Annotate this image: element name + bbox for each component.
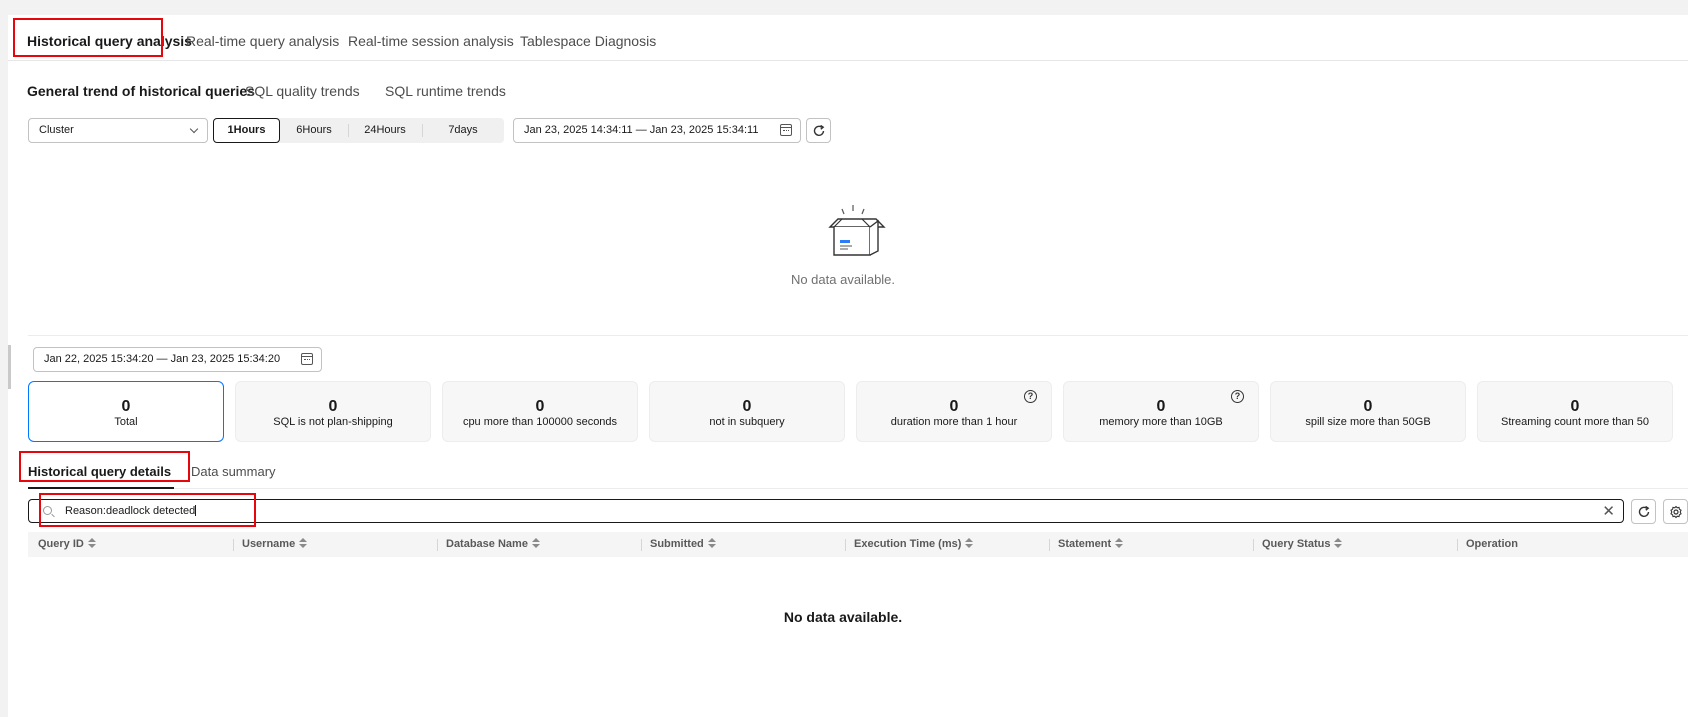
sort-icon[interactable] [965,538,974,548]
tab-bar-line [28,488,1688,489]
stat-card-memory[interactable]: 0 memory more than 10GB ? [1063,381,1259,442]
range-1hours-button[interactable]: 1Hours [213,118,280,143]
column-header-query-id[interactable]: Query ID [38,538,96,550]
tab-sql-quality-trends[interactable]: SQL quality trends [245,83,360,99]
stat-value: 0 [949,398,959,415]
section-divider [28,335,1688,336]
sort-icon[interactable] [299,538,308,548]
details-date-range-picker[interactable]: Jan 22, 2025 15:34:20 — Jan 23, 2025 15:… [33,347,322,372]
search-input[interactable]: Reason:deadlock detected ✕ [28,499,1624,523]
column-header-query-status[interactable]: Query Status [1262,538,1343,550]
tab-sql-runtime-trends[interactable]: SQL runtime trends [385,83,506,99]
sort-icon[interactable] [87,538,96,548]
tab-real-time-query-analysis[interactable]: Real-time query analysis [186,33,339,49]
empty-box-icon [828,205,886,256]
refresh-icon [1638,505,1649,517]
table-header: Query ID Username Database Name Submitte… [28,532,1688,557]
main-panel: Historical query analysis Real-time quer… [8,15,1688,717]
stat-value: 0 [742,398,752,415]
column-label: Database Name [446,538,528,550]
sort-icon[interactable] [531,538,540,548]
details-date-range-value: Jan 22, 2025 15:34:20 — Jan 23, 2025 15:… [44,353,281,365]
column-header-database-name[interactable]: Database Name [446,538,540,550]
help-icon[interactable]: ? [1231,390,1244,403]
gear-icon [1669,505,1682,518]
column-separator [845,539,846,551]
column-label: Submitted [650,538,704,550]
column-label: Execution Time (ms) [854,538,962,550]
column-label: Username [242,538,296,550]
refresh-button[interactable] [806,118,831,143]
chart-empty-text: No data available. [790,272,896,287]
stat-card-not-plan-shipping[interactable]: 0 SQL is not plan-shipping [235,381,431,442]
stat-label: Total [114,416,138,428]
tab-data-summary[interactable]: Data summary [191,464,276,479]
tab-historical-query-analysis[interactable]: Historical query analysis [27,33,192,49]
stat-card-spill-size[interactable]: 0 spill size more than 50GB [1270,381,1466,442]
trend-date-range-picker[interactable]: Jan 23, 2025 14:34:11 — Jan 23, 2025 15:… [513,118,801,143]
tab-real-time-session-analysis[interactable]: Real-time session analysis [348,33,514,49]
tab-historical-query-details[interactable]: Historical query details [28,464,171,479]
sort-icon[interactable] [707,538,716,548]
table-empty-text: No data available. [783,609,903,625]
calendar-icon [301,353,313,365]
help-icon[interactable]: ? [1024,390,1037,403]
chevron-down-icon [189,124,199,134]
column-header-execution-time[interactable]: Execution Time (ms) [854,538,974,550]
clear-icon[interactable]: ✕ [1602,502,1615,520]
column-header-operation: Operation [1466,538,1518,550]
stat-value: 0 [328,398,338,415]
stat-value: 0 [535,398,545,415]
column-separator [1253,539,1254,551]
column-separator [1049,539,1050,551]
stat-label: cpu more than 100000 seconds [462,416,618,428]
column-separator [1457,539,1458,551]
sidebar-collapse-handle[interactable] [8,345,11,389]
range-6hours-button[interactable]: 6Hours [280,118,348,143]
active-tab-indicator [28,487,174,489]
table-refresh-button[interactable] [1631,499,1656,524]
stat-card-cpu[interactable]: 0 cpu more than 100000 seconds [442,381,638,442]
stat-label: SQL is not plan-shipping [273,416,393,428]
tab-general-trend[interactable]: General trend of historical queries [27,83,255,99]
scope-select[interactable]: Cluster [28,118,208,143]
stat-label: spill size more than 50GB [1305,416,1431,428]
column-label: Query ID [38,538,84,550]
stat-value: 0 [1570,398,1580,415]
stat-card-total[interactable]: 0 Total [28,381,224,442]
search-icon [43,506,52,515]
table-settings-button[interactable] [1663,499,1688,524]
column-separator [233,539,234,551]
column-header-statement[interactable]: Statement [1058,538,1124,550]
time-range-segmented: 1Hours 6Hours 24Hours 7days [213,118,504,143]
stat-value: 0 [121,398,131,415]
column-label: Statement [1058,538,1112,550]
column-header-username[interactable]: Username [242,538,308,550]
scope-select-value: Cluster [39,124,74,136]
column-separator [437,539,438,551]
stat-card-duration[interactable]: 0 duration more than 1 hour ? [856,381,1052,442]
sort-icon[interactable] [1115,538,1124,548]
calendar-icon [780,124,792,136]
stat-value: 0 [1363,398,1373,415]
text-cursor [195,505,197,516]
range-24hours-button[interactable]: 24Hours [348,118,422,143]
tab-tablespace-diagnosis[interactable]: Tablespace Diagnosis [520,33,656,49]
stat-card-not-in-subquery[interactable]: 0 not in subquery [649,381,845,442]
stat-label: memory more than 10GB [1099,416,1223,428]
stat-value: 0 [1156,398,1166,415]
range-7days-button[interactable]: 7days [422,118,504,143]
stat-label: Streaming count more than 50 [1501,416,1649,428]
stat-card-streaming-count[interactable]: 0 Streaming count more than 50 [1477,381,1673,442]
sort-icon[interactable] [1334,538,1343,548]
stat-label: not in subquery [709,416,785,428]
column-separator [641,539,642,551]
column-label: Query Status [1262,538,1331,550]
top-tab-bar: Historical query analysis Real-time quer… [8,15,1688,61]
search-input-value: Reason:deadlock detected [65,505,196,517]
stat-label: duration more than 1 hour [890,416,1018,428]
refresh-icon [813,124,824,136]
trend-date-range-value: Jan 23, 2025 14:34:11 — Jan 23, 2025 15:… [524,124,759,136]
column-header-submitted[interactable]: Submitted [650,538,716,550]
